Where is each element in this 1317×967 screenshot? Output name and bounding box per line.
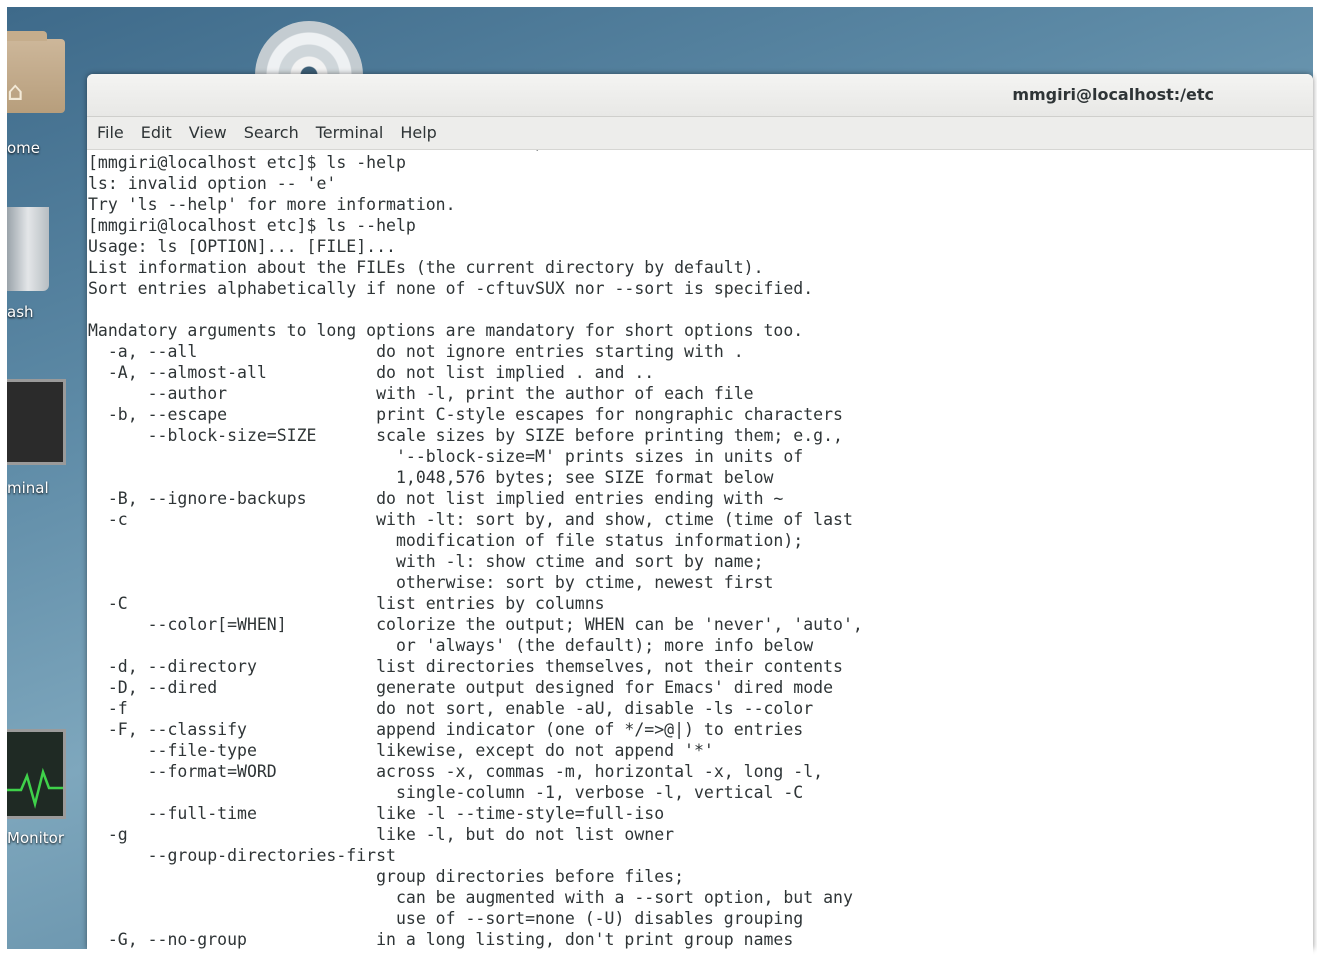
home-glyph-icon: ⌂ <box>7 77 24 107</box>
terminal-line: 1,048,576 bytes; see SIZE format below <box>88 468 774 487</box>
terminal-line: --file-type likewise, except do not appe… <box>88 741 714 760</box>
menu-search[interactable]: Search <box>235 118 307 142</box>
terminal-line: ls: invalid option -- 'e' <box>88 174 337 193</box>
terminal-line: can be augmented with a --sort option, b… <box>88 888 853 907</box>
terminal-line: -D, --dired generate output designed for… <box>88 678 834 697</box>
terminal-line: -C list entries by columns <box>88 594 605 613</box>
menu-bar: File Edit View Search Terminal Help <box>87 117 1313 150</box>
terminal-line: --author with -l, print the author of ea… <box>88 384 754 403</box>
terminal-line: or 'always' (the default); more info bel… <box>88 636 814 655</box>
terminal-line: Mandatory arguments to long options are … <box>88 321 804 340</box>
trash-icon <box>7 207 49 291</box>
trash-label: ash <box>7 303 34 321</box>
terminal-line: -B, --ignore-backups do not list implied… <box>88 489 784 508</box>
terminal-line: -c with -lt: sort by, and show, ctime (t… <box>88 510 853 529</box>
terminal-line: --format=WORD across -x, commas -m, hori… <box>88 762 824 781</box>
terminal-line: --color[=WHEN] colorize the output; WHEN… <box>88 615 863 634</box>
terminal-app-icon <box>7 379 66 465</box>
terminal-line: -G, --no-group in a long listing, don't … <box>88 930 794 949</box>
pulse-graph-icon <box>7 767 63 809</box>
terminal-output-area[interactable]: 10777418 hosts 33334333 pm[mmgiri@localh… <box>87 150 1313 949</box>
terminal-line: with -l: show ctime and sort by name; <box>88 552 764 571</box>
bottom-edge <box>7 949 1313 967</box>
terminal-line: -a, --all do not ignore entries starting… <box>88 342 744 361</box>
menu-edit[interactable]: Edit <box>132 118 180 142</box>
terminal-line: '--block-size=M' prints sizes in units o… <box>88 447 804 466</box>
terminal-line: Try 'ls --help' for more information. <box>88 195 456 214</box>
system-monitor-icon <box>7 729 66 819</box>
menu-help[interactable]: Help <box>391 118 444 142</box>
terminal-line: group directories before files; <box>88 867 685 886</box>
terminal-line: --block-size=SIZE scale sizes by SIZE be… <box>88 426 843 445</box>
terminal-line: otherwise: sort by ctime, newest first <box>88 573 774 592</box>
terminal-line: single-column -1, verbose -l, vertical -… <box>88 783 804 802</box>
terminal-line: --full-time like -l --time-style=full-is… <box>88 804 665 823</box>
terminal-line: [mmgiri@localhost etc]$ ls --help <box>88 216 416 235</box>
terminal-line: --group-directories-first <box>88 846 396 865</box>
menu-file[interactable]: File <box>88 118 132 142</box>
system-monitor-label: Monitor <box>7 829 65 847</box>
terminal-line: -g like -l, but do not list owner <box>88 825 675 844</box>
terminal-line: Sort entries alphabetically if none of -… <box>88 279 814 298</box>
terminal-line: List information about the FILEs (the cu… <box>88 258 764 277</box>
terminal-line: -F, --classify append indicator (one of … <box>88 720 804 739</box>
terminal-line: [mmgiri@localhost etc]$ ls -help <box>88 153 406 172</box>
terminal-line: modification of file status information)… <box>88 531 804 550</box>
terminal-window[interactable]: mmgiri@localhost:/etc File Edit View Search… <box>87 74 1313 949</box>
terminal-line: use of --sort=none (-U) disables groupin… <box>88 909 804 928</box>
title-bar[interactable]: mmgiri@localhost:/etc <box>87 74 1313 117</box>
menu-terminal[interactable]: Terminal <box>307 118 392 142</box>
terminal-label: minal <box>7 479 49 497</box>
terminal-line: -d, --directory list directories themsel… <box>88 657 843 676</box>
terminal-line: -b, --escape print C-style escapes for n… <box>88 405 843 424</box>
terminal-line: Usage: ls [OPTION]... [FILE]... <box>88 237 396 256</box>
home-label: ome <box>7 139 41 157</box>
menu-view[interactable]: View <box>180 118 235 142</box>
terminal-line: -A, --almost-all do not list implied . a… <box>88 363 655 382</box>
terminal-text: 10777418 hosts 33334333 pm[mmgiri@localh… <box>88 150 863 949</box>
window-title: mmgiri@localhost:/etc <box>1012 85 1214 104</box>
terminal-line: -f do not sort, enable -aU, disable -ls … <box>88 699 814 718</box>
